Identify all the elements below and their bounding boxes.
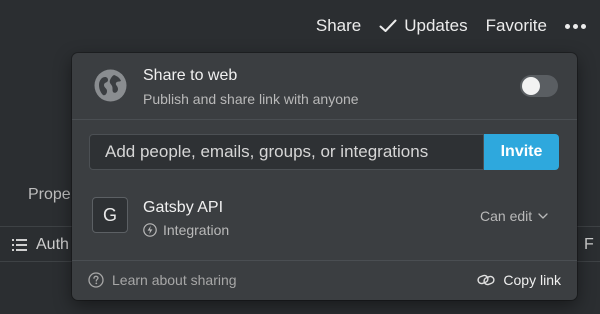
member-type-label: Integration [163,222,230,238]
share-to-web-toggle[interactable] [520,75,558,97]
background-column-right[interactable]: F [584,236,594,254]
link-icon [477,274,496,286]
member-row: G Gatsby API Integration Can edit [72,189,577,245]
share-to-web-title: Share to web [143,67,238,84]
check-icon [379,19,397,32]
favorite-label: Favorite [485,16,547,35]
divider [72,119,577,120]
background-column-author-label: Auth [36,236,69,253]
updates-label: Updates [404,16,468,35]
more-options-icon[interactable] [565,23,586,29]
share-to-web-subtitle: Publish and share link with anyone [143,91,359,107]
updates-button[interactable]: Updates [379,16,468,36]
share-popup: Share to web Publish and share link with… [72,53,577,300]
share-label: Share [315,16,362,35]
learn-about-sharing-link[interactable]: Learn about sharing [88,272,237,288]
background-property-label: Prope [28,186,71,203]
chevron-down-icon [538,213,548,219]
background-column-author[interactable]: Auth [12,236,69,254]
invite-row: Add people, emails, groups, or integrati… [89,134,559,170]
share-to-web-section: Share to web Publish and share link with… [72,53,577,119]
globe-icon [94,69,127,102]
favorite-button[interactable]: Favorite [486,16,547,36]
list-icon [12,239,27,251]
popup-footer: Learn about sharing Copy link [72,261,577,300]
member-avatar: G [92,197,128,233]
member-name: Gatsby API [143,199,224,216]
copy-link-button[interactable]: Copy link [477,272,561,288]
share-button[interactable]: Share [316,16,361,36]
integration-bolt-icon [143,223,157,237]
member-type: Integration [143,222,229,238]
invite-input[interactable]: Add people, emails, groups, or integrati… [89,134,484,170]
learn-label: Learn about sharing [112,272,237,288]
help-icon [88,272,104,288]
invite-button[interactable]: Invite [484,134,559,170]
copy-link-label: Copy link [503,272,561,288]
toggle-knob [522,77,540,95]
top-bar: Share Updates Favorite [0,0,600,52]
invite-placeholder: Add people, emails, groups, or integrati… [105,142,429,161]
permission-dropdown[interactable]: Can edit [480,208,548,224]
permission-label: Can edit [480,208,533,224]
